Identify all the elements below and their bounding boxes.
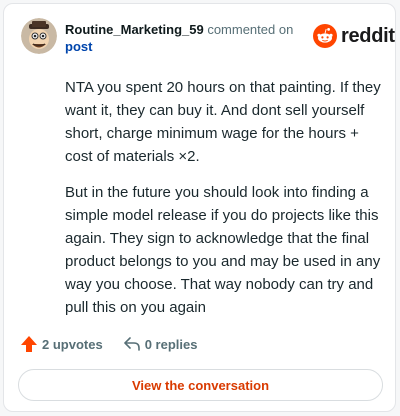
comment-paragraph: But in the future you should look into f… xyxy=(65,184,381,316)
view-conversation-button[interactable]: View the conversation xyxy=(18,369,383,401)
commented-on-text: commented on xyxy=(203,22,294,37)
upvote-arrow-icon xyxy=(21,336,37,352)
reddit-logo[interactable]: reddit xyxy=(313,24,395,48)
reddit-wordmark: reddit xyxy=(341,25,395,47)
post-link[interactable]: post xyxy=(65,39,92,54)
comment-body: NTA you spent 20 hours on that painting.… xyxy=(65,76,383,332)
upvote-count: 2 upvotes xyxy=(42,336,103,352)
reply-count: 0 replies xyxy=(144,336,198,352)
user-avatar[interactable] xyxy=(21,18,57,54)
avatar-image xyxy=(21,18,57,54)
reply-arrow-icon xyxy=(123,337,140,351)
reply-action[interactable]: 0 replies xyxy=(123,336,198,352)
reddit-snoo-icon xyxy=(313,24,337,48)
comment-header: Routine_Marketing_59 commented on post xyxy=(65,21,295,55)
username-link[interactable]: Routine_Marketing_59 xyxy=(65,22,204,37)
comment-paragraph: NTA you spent 20 hours on that painting.… xyxy=(65,79,381,165)
comment-actions: 2 upvotes 0 replies xyxy=(20,335,197,353)
embedded-comment-card: Routine_Marketing_59 commented on post r… xyxy=(3,3,396,412)
upvote-action[interactable]: 2 upvotes xyxy=(20,335,103,353)
